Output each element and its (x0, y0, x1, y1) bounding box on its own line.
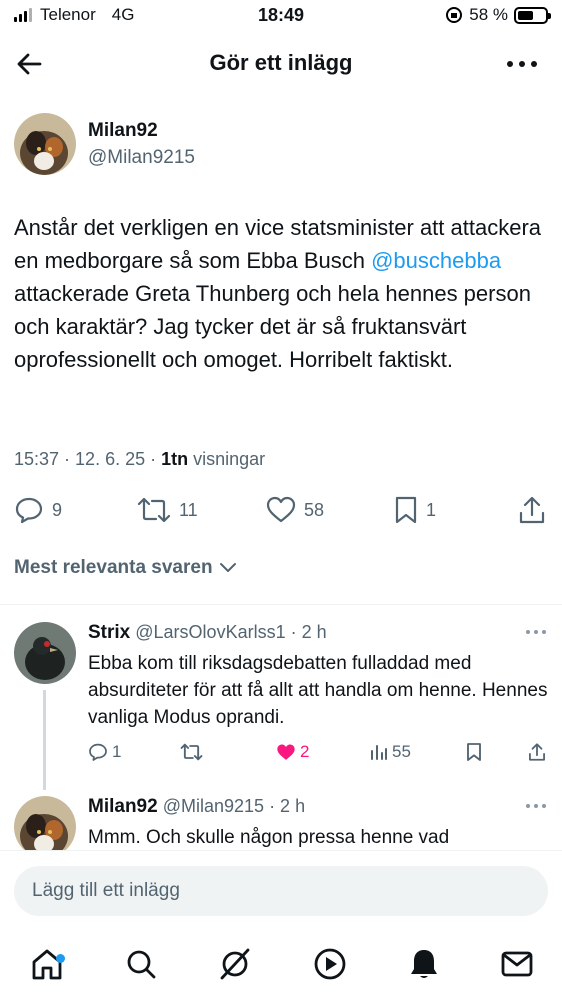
avatar[interactable] (14, 622, 76, 684)
composer-placeholder: Lägg till ett inlägg (32, 880, 180, 901)
video-icon (314, 948, 346, 980)
share-icon (529, 743, 545, 761)
repost-icon (180, 743, 203, 761)
reply-count: 1 (112, 742, 122, 761)
reply-author-name[interactable]: Milan92 (88, 796, 158, 817)
grok-icon (220, 948, 250, 980)
views-count: 1tn (161, 449, 189, 469)
like-button[interactable]: 58 (266, 490, 324, 530)
reply-author-handle[interactable]: @Milan9215 (163, 796, 264, 816)
post-meta: 15:37 · 12. 6. 25 · 1tn visningar (14, 449, 265, 470)
tab-home[interactable] (27, 944, 67, 984)
chevron-down-icon (219, 563, 236, 572)
avatar[interactable] (14, 113, 76, 175)
orientation-lock-icon (446, 7, 463, 23)
share-icon (519, 496, 545, 524)
share-button[interactable] (528, 737, 546, 767)
reply-composer-input[interactable]: Lägg till ett inlägg (14, 866, 548, 916)
more-horizontal-icon[interactable] (524, 798, 548, 814)
author-name[interactable]: Milan92 (88, 120, 195, 142)
bookmark-button[interactable] (466, 737, 482, 767)
notification-dot (56, 954, 65, 963)
reply-sort-dropdown[interactable]: Mest relevanta svaren (14, 557, 237, 579)
repost-icon (137, 497, 171, 523)
post-time: 15:37 (14, 449, 60, 469)
reply-button[interactable]: 1 (88, 737, 121, 767)
battery-fill (518, 10, 534, 20)
tab-video[interactable] (310, 944, 350, 984)
share-button[interactable] (518, 490, 546, 530)
reply-text: Ebba kom till riksdagsdebatten fulladdad… (88, 653, 548, 728)
cat-avatar-image (14, 113, 76, 175)
cat-avatar-image (14, 796, 76, 858)
mention-link[interactable]: @buschebba (371, 248, 501, 273)
sort-label: Mest relevanta svaren (14, 557, 213, 578)
views-label: visningar (188, 449, 266, 469)
reply-icon (15, 497, 43, 524)
repost-count: 11 (179, 499, 198, 520)
views-button[interactable]: 55 (370, 737, 411, 767)
reply-icon (89, 743, 107, 761)
notifications-icon (411, 950, 437, 978)
tab-search[interactable] (121, 944, 161, 984)
reply-age: · 2 h (264, 796, 306, 816)
status-right: 58 % (445, 5, 551, 25)
meta-separator: · (145, 449, 162, 469)
reply-author-name[interactable]: Strix (88, 622, 130, 643)
reply-age: · 2 h (285, 622, 327, 642)
reply-header: Strix @LarsOlovKarlss1 · 2 h (88, 622, 327, 644)
post-text-part2: attackerade Greta Thunberg och hela henn… (14, 281, 531, 372)
meta-separator: · (59, 449, 76, 469)
composer-area: Lägg till ett inlägg (0, 850, 562, 930)
home-icon (32, 949, 62, 980)
reply-actions: 1 2 55 (88, 737, 550, 767)
more-horizontal-icon (507, 61, 537, 67)
post-text: Anstår det verkligen en vice statsminist… (14, 211, 544, 376)
reply-button[interactable]: 9 (14, 490, 62, 530)
bookmark-icon (467, 743, 481, 761)
header: Gör ett inlägg (0, 34, 562, 94)
reply-text: Mmm. Och skulle någon pressa henne vad (88, 827, 450, 848)
like-count: 58 (304, 499, 325, 520)
more-button[interactable] (504, 48, 540, 80)
divider (0, 604, 562, 605)
post-author[interactable]: Milan92 @Milan9215 (14, 113, 195, 175)
like-button[interactable]: 2 (276, 737, 309, 767)
reply-count: 9 (52, 499, 63, 520)
bookmark-button[interactable]: 1 (394, 490, 436, 530)
views-count: 55 (392, 742, 411, 761)
bird-avatar-image (14, 622, 76, 684)
like-count: 2 (300, 742, 310, 761)
more-horizontal-icon[interactable] (524, 624, 548, 640)
reply-header: Milan92 @Milan9215 · 2 h (88, 796, 305, 818)
tab-bar (0, 930, 562, 1000)
repost-button[interactable] (180, 737, 203, 767)
battery-percent: 58 % (469, 5, 508, 24)
post-date: 12. 6. 25 (75, 449, 146, 469)
post-actions: 9 11 58 1 (0, 490, 562, 530)
avatar[interactable] (14, 796, 76, 858)
search-icon (127, 950, 156, 979)
heart-icon (266, 496, 296, 523)
bookmark-count: 1 (426, 499, 437, 520)
tab-messages[interactable] (497, 944, 537, 984)
reply-author-handle[interactable]: @LarsOlovKarlss1 (135, 622, 285, 642)
battery-icon (514, 6, 551, 24)
status-bar: Telenor 4G 18:49 58 % (0, 0, 562, 34)
repost-button[interactable]: 11 (137, 490, 198, 530)
views-icon (371, 745, 387, 760)
bookmark-icon (395, 496, 417, 524)
messages-icon (501, 951, 533, 977)
page-title: Gör ett inlägg (209, 50, 353, 75)
heart-filled-icon (277, 744, 295, 760)
tab-notifications[interactable] (404, 944, 444, 984)
tab-grok[interactable] (215, 944, 255, 984)
author-handle[interactable]: @Milan9215 (88, 147, 195, 169)
thread-line (43, 690, 46, 790)
